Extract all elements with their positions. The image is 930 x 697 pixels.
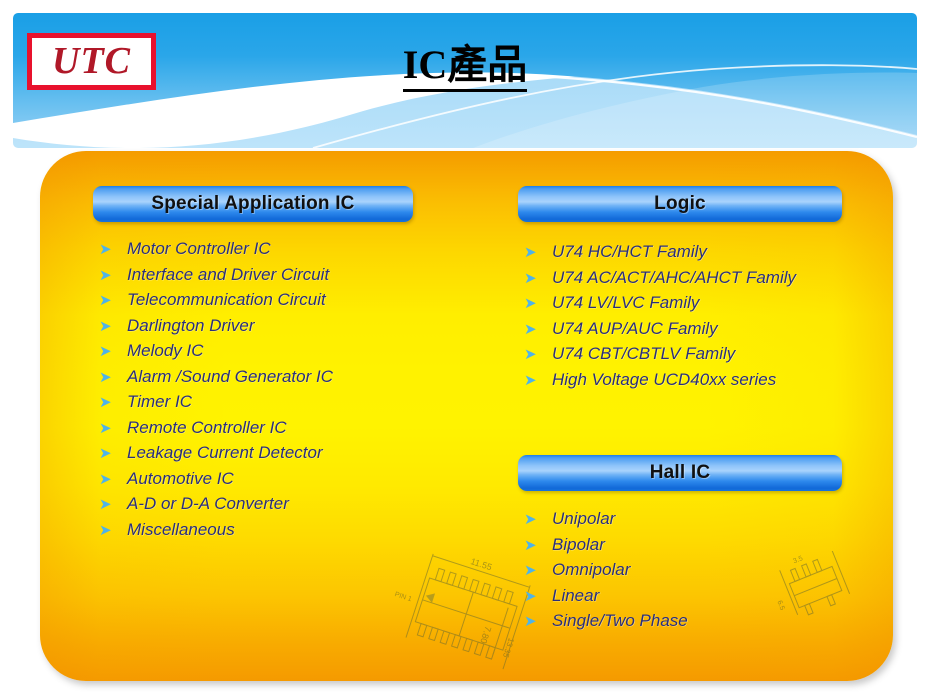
arrow-bullet-icon: ➤ — [99, 496, 112, 513]
section-header-label: Hall IC — [649, 462, 711, 483]
section-logic: Logic ➤ U74 HC/HCT Family ➤ U74 AC/ACT/A… — [518, 186, 873, 392]
list-item-label: Omnipolar — [552, 560, 631, 579]
list-item-label: Single/Two Phase — [552, 611, 688, 630]
list-item: ➤ U74 HC/HCT Family — [518, 239, 873, 265]
arrow-bullet-icon: ➤ — [99, 521, 112, 539]
list-item-label: Leakage Current Detector — [127, 443, 323, 462]
svg-text:PIN 1: PIN 1 — [394, 591, 413, 603]
list-item-label: Automotive IC — [127, 468, 234, 488]
list-item: ➤ Omnipolar — [518, 557, 873, 583]
arrow-bullet-icon: ➤ — [99, 241, 112, 258]
content-panel: 11.55 7.80 13.35 PIN 1 3.5 6.5 Special A… — [40, 151, 893, 681]
list-item: ➤ Unipolar — [518, 506, 873, 532]
list-item: ➤ Timer IC — [93, 389, 463, 415]
list-item: ➤ U74 CBT/CBTLV Family — [518, 341, 873, 367]
list-item: ➤ U74 AUP/AUC Family — [518, 316, 873, 342]
svg-text:11.55: 11.55 — [469, 556, 493, 572]
list-item: ➤ Bipolar — [518, 532, 873, 558]
arrow-bullet-icon: ➤ — [99, 317, 112, 335]
list-item-label: Alarm /Sound Generator IC — [127, 366, 333, 386]
arrow-bullet-icon: ➤ — [524, 371, 537, 389]
list-logic: ➤ U74 HC/HCT Family ➤ U74 AC/ACT/AHC/AHC… — [518, 239, 873, 392]
list-item-label: Unipolar — [552, 509, 616, 528]
arrow-bullet-icon: ➤ — [99, 470, 112, 488]
list-hall-ic: ➤ Unipolar ➤ Bipolar ➤ Omnipolar ➤ Linea… — [518, 506, 873, 634]
list-item: ➤ Miscellaneous — [93, 517, 463, 543]
list-item: ➤ Interface and Driver Circuit — [93, 262, 463, 288]
svg-text:7.80: 7.80 — [478, 625, 493, 645]
arrow-bullet-icon: ➤ — [524, 587, 537, 605]
list-item-label: Melody IC — [127, 341, 204, 360]
arrow-bullet-icon: ➤ — [524, 346, 537, 363]
list-item-label: U74 HC/HCT Family — [552, 242, 707, 261]
section-header-label: Special Application IC — [151, 193, 355, 214]
list-special-application-ic: ➤ Motor Controller IC ➤ Interface and Dr… — [93, 236, 463, 542]
arrow-bullet-icon: ➤ — [524, 244, 537, 261]
arrow-bullet-icon: ➤ — [99, 368, 112, 386]
list-item: ➤ High Voltage UCD40xx series — [518, 367, 873, 393]
list-item-label: Motor Controller IC — [127, 239, 271, 258]
list-item: ➤ Telecommunication Circuit — [93, 287, 463, 313]
arrow-bullet-icon: ➤ — [524, 295, 537, 312]
list-item-label: Miscellaneous — [127, 519, 235, 539]
list-item: ➤ Alarm /Sound Generator IC — [93, 364, 463, 390]
arrow-bullet-icon: ➤ — [524, 536, 537, 554]
list-item: ➤ Remote Controller IC — [93, 415, 463, 441]
page-title-latin: IC — [402, 42, 448, 87]
section-hall-ic: Hall IC ➤ Unipolar ➤ Bipolar ➤ Omnipolar — [518, 455, 873, 634]
list-item-label: A-D or D-A Converter — [127, 494, 289, 513]
list-item: ➤ A-D or D-A Converter — [93, 491, 463, 517]
list-item: ➤ Melody IC — [93, 338, 463, 364]
page-title: IC產品 — [0, 32, 930, 92]
list-item: ➤ Automotive IC — [93, 466, 463, 492]
arrow-bullet-icon: ➤ — [99, 394, 112, 411]
list-item-label: High Voltage UCD40xx series — [552, 369, 777, 389]
list-item: ➤ Linear — [518, 583, 873, 609]
list-item-label: Linear — [552, 585, 600, 605]
list-item: ➤ Darlington Driver — [93, 313, 463, 339]
arrow-bullet-icon: ➤ — [524, 613, 537, 630]
list-item-label: Darlington Driver — [127, 315, 255, 335]
page-title-cjk: 產品 — [447, 42, 528, 87]
svg-text:13.35: 13.35 — [501, 637, 516, 659]
list-item-label: U74 CBT/CBTLV Family — [552, 344, 736, 363]
arrow-bullet-icon: ➤ — [99, 445, 112, 462]
column-right: Logic ➤ U74 HC/HCT Family ➤ U74 AC/ACT/A… — [518, 186, 873, 634]
arrow-bullet-icon: ➤ — [99, 292, 112, 309]
column-left: Special Application IC ➤ Motor Controlle… — [93, 186, 463, 542]
arrow-bullet-icon: ➤ — [524, 562, 537, 579]
list-item-label: U74 AC/ACT/AHC/AHCT Family — [552, 267, 797, 287]
arrow-bullet-icon: ➤ — [524, 511, 537, 528]
list-item: ➤ Leakage Current Detector — [93, 440, 463, 466]
list-item-label: U74 LV/LVC Family — [552, 293, 700, 312]
section-header-hall-ic[interactable]: Hall IC — [518, 455, 842, 491]
arrow-bullet-icon: ➤ — [524, 269, 537, 287]
list-item-label: Telecommunication Circuit — [127, 290, 326, 309]
list-item-label: Interface and Driver Circuit — [127, 264, 330, 284]
list-item-label: Bipolar — [552, 534, 605, 554]
list-item-label: U74 AUP/AUC Family — [552, 318, 718, 338]
section-header-label: Logic — [654, 193, 706, 214]
arrow-bullet-icon: ➤ — [99, 266, 112, 284]
section-header-special-application-ic[interactable]: Special Application IC — [93, 186, 413, 222]
list-item: ➤ U74 AC/ACT/AHC/AHCT Family — [518, 265, 873, 291]
list-item-label: Remote Controller IC — [127, 417, 287, 437]
list-item-label: Timer IC — [127, 392, 193, 411]
section-header-logic[interactable]: Logic — [518, 186, 842, 222]
arrow-bullet-icon: ➤ — [99, 343, 112, 360]
arrow-bullet-icon: ➤ — [524, 320, 537, 338]
list-item: ➤ Single/Two Phase — [518, 608, 873, 634]
slide-root: UTC IC產品 11.55 7.80 13.35 PIN 1 3.5 6.5 … — [0, 0, 930, 697]
list-item: ➤ U74 LV/LVC Family — [518, 290, 873, 316]
arrow-bullet-icon: ➤ — [99, 419, 112, 437]
list-item: ➤ Motor Controller IC — [93, 236, 463, 262]
